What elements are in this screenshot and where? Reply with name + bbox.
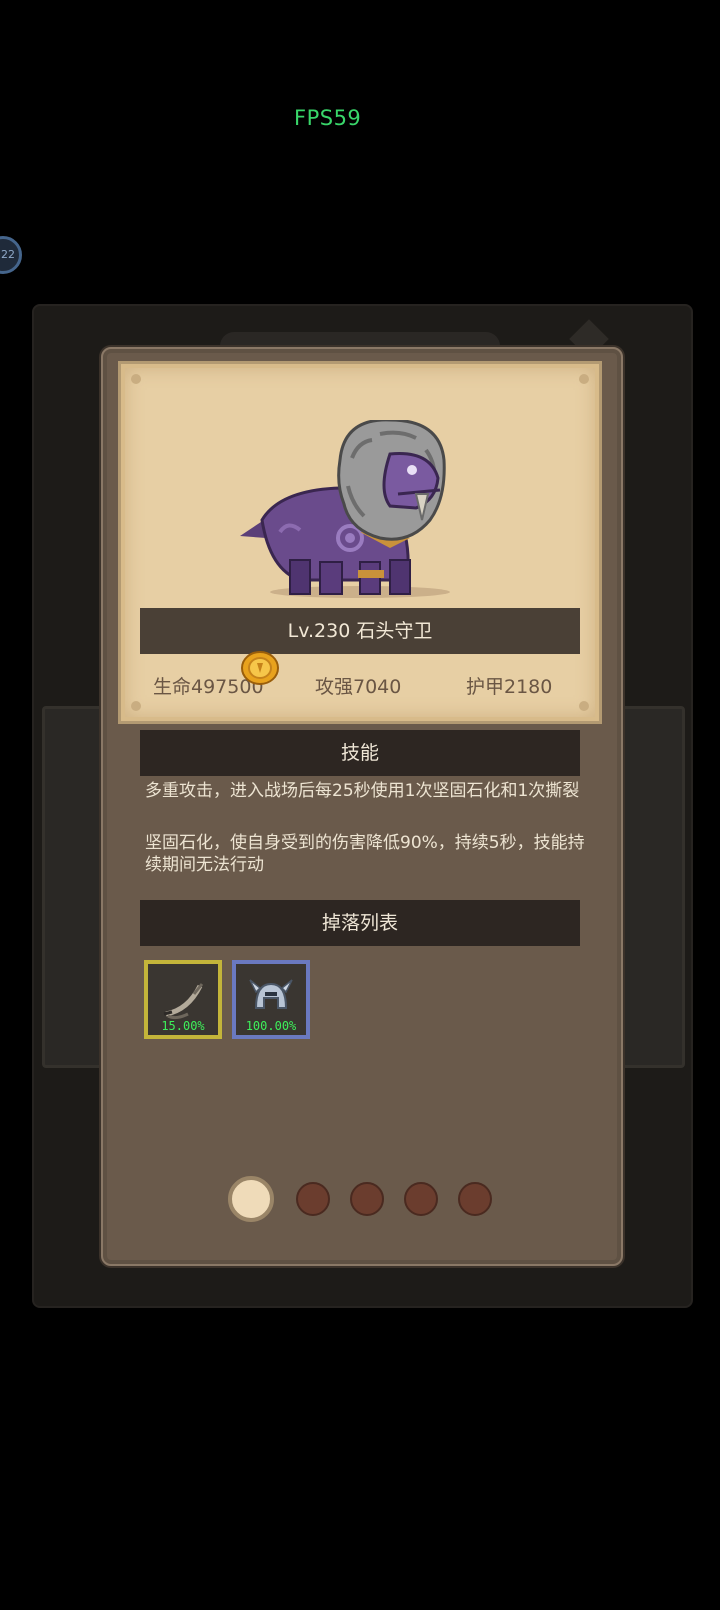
fps-counter: FPS59: [294, 106, 362, 130]
rivet-icon: [131, 374, 141, 384]
page-dot[interactable]: [458, 1182, 492, 1216]
gold-coin-icon: [241, 651, 279, 685]
stone-guardian-monster-image: [240, 420, 450, 598]
stat-armor: 护甲2180: [466, 676, 553, 698]
stat-attack: 攻强7040: [315, 676, 402, 698]
side-level-badge[interactable]: 22: [0, 236, 22, 274]
monster-name-banner: Lv.230 石头守卫: [140, 608, 580, 654]
drop-slot-bow[interactable]: 15.00%: [144, 960, 222, 1039]
rivet-icon: [579, 701, 589, 711]
skill-description: 坚固石化，使自身受到的伤害降低90%，持续5秒，技能持续期间无法行动: [145, 833, 585, 875]
page-dot[interactable]: [296, 1182, 330, 1216]
skills-header: 技能: [140, 730, 580, 776]
rivet-icon: [131, 701, 141, 711]
skill-description: 多重攻击，进入战场后每25秒使用1次坚固石化和1次撕裂: [145, 781, 580, 801]
page-dot-active[interactable]: [228, 1176, 274, 1222]
drop-list-header: 掉落列表: [140, 900, 580, 946]
drop-slot-helmet[interactable]: 100.00%: [232, 960, 310, 1039]
rivet-icon: [579, 374, 589, 384]
drop-chance: 15.00%: [161, 1019, 205, 1033]
page-dot[interactable]: [350, 1182, 384, 1216]
page-dot[interactable]: [404, 1182, 438, 1216]
drop-chance: 100.00%: [245, 1019, 297, 1033]
